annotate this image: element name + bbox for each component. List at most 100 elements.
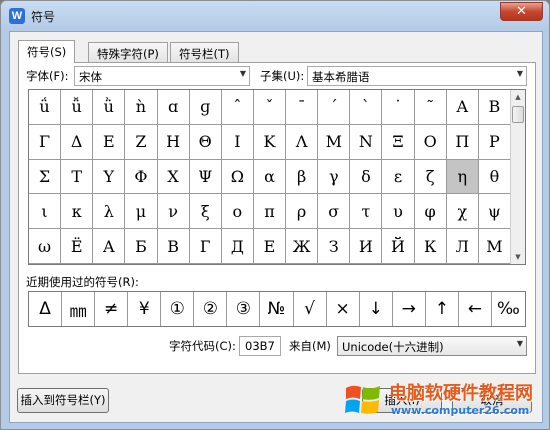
recent-symbol-cell[interactable]: ‰ — [492, 292, 525, 326]
symbol-cell[interactable]: Й — [382, 229, 415, 264]
symbol-cell[interactable]: Λ — [286, 124, 319, 160]
symbol-cell[interactable]: π — [253, 194, 287, 230]
symbol-cell[interactable]: θ — [478, 159, 511, 195]
symbol-cell[interactable]: Σ — [29, 159, 62, 195]
symbol-cell[interactable]: λ — [93, 194, 126, 230]
char-code-input[interactable]: 03B7 — [239, 336, 281, 356]
symbol-cell[interactable]: Ρ — [478, 124, 511, 160]
symbol-cell[interactable]: ρ — [286, 194, 319, 230]
symbol-cell[interactable]: Μ — [318, 124, 351, 160]
font-select[interactable]: 宋体 ▼ — [74, 66, 250, 86]
symbol-cell[interactable]: Φ — [125, 159, 158, 195]
symbol-cell[interactable]: Л — [446, 229, 479, 264]
scroll-up-icon[interactable]: ▲ — [511, 90, 525, 104]
recent-symbol-cell[interactable]: ㎜ — [62, 292, 96, 326]
symbol-cell[interactable]: З — [318, 229, 351, 264]
symbol-cell[interactable]: Α — [446, 90, 479, 125]
recent-symbol-cell[interactable]: ② — [194, 292, 228, 326]
symbol-cell[interactable]: ˇ — [253, 90, 287, 125]
recent-symbol-cell[interactable]: Δ — [29, 292, 63, 326]
symbol-cell[interactable]: ψ — [478, 194, 511, 230]
symbol-cell[interactable]: Ω — [221, 159, 254, 195]
symbol-cell[interactable]: ˙ — [382, 90, 415, 125]
symbol-cell[interactable]: ω — [29, 229, 62, 264]
recent-symbol-cell[interactable]: ← — [459, 292, 492, 326]
recent-symbol-cell[interactable]: ↓ — [360, 292, 393, 326]
symbol-cell[interactable]: Ε — [93, 124, 126, 160]
symbol-cell[interactable]: η — [446, 159, 479, 195]
symbol-cell[interactable]: В — [157, 229, 190, 264]
symbol-cell[interactable]: ˜ — [414, 90, 447, 125]
symbol-cell[interactable]: ˊ — [318, 90, 351, 125]
symbol-cell[interactable]: φ — [414, 194, 447, 230]
symbol-cell[interactable]: Κ — [253, 124, 287, 160]
symbol-cell[interactable]: К — [414, 229, 447, 264]
from-select[interactable]: Unicode(十六进制) ▼ — [337, 336, 527, 356]
symbol-cell[interactable]: Ο — [414, 124, 447, 160]
recent-symbol-cell[interactable]: ③ — [227, 292, 261, 326]
symbol-cell[interactable]: τ — [350, 194, 383, 230]
symbol-cell[interactable]: ǹ — [125, 90, 158, 125]
symbol-cell[interactable]: δ — [350, 159, 383, 195]
close-button[interactable]: ✕ — [500, 2, 543, 21]
recent-symbol-cell[interactable]: ¥ — [128, 292, 162, 326]
symbol-cell[interactable]: Ξ — [382, 124, 415, 160]
symbol-cell[interactable]: М — [478, 229, 511, 264]
symbol-cell[interactable]: ǚ — [61, 90, 94, 125]
recent-symbol-cell[interactable]: → — [393, 292, 426, 326]
recent-symbol-cell[interactable]: ≠ — [95, 292, 129, 326]
symbol-cell[interactable]: α — [253, 159, 287, 195]
symbol-cell[interactable]: ο — [221, 194, 254, 230]
symbol-cell[interactable]: Υ — [93, 159, 126, 195]
recent-symbol-cell[interactable]: ① — [161, 292, 195, 326]
symbol-cell[interactable]: ν — [157, 194, 190, 230]
symbol-cell[interactable]: Ζ — [125, 124, 158, 160]
symbol-cell[interactable]: ˆ — [221, 90, 254, 125]
symbol-cell[interactable]: β — [286, 159, 319, 195]
symbol-cell[interactable]: γ — [318, 159, 351, 195]
symbol-cell[interactable]: ɡ — [189, 90, 222, 125]
tab-special-chars[interactable]: 特殊字符(P) — [88, 42, 168, 62]
symbol-grid-scrollbar[interactable]: ▲ ▼ — [510, 90, 525, 264]
tab-symbols[interactable]: 符号(S) — [18, 40, 76, 63]
symbol-cell[interactable]: ι — [29, 194, 62, 230]
recent-symbol-cell[interactable]: × — [327, 292, 360, 326]
symbol-cell[interactable]: Β — [478, 90, 511, 125]
scroll-down-icon[interactable]: ▼ — [511, 250, 525, 264]
recent-symbol-cell[interactable]: № — [260, 292, 294, 326]
symbol-cell[interactable]: υ — [382, 194, 415, 230]
symbol-cell[interactable]: ˋ — [350, 90, 383, 125]
symbol-cell[interactable]: ɑ — [157, 90, 190, 125]
symbol-cell[interactable]: Е — [253, 229, 287, 264]
symbol-cell[interactable]: Б — [125, 229, 158, 264]
insert-to-symbol-bar-button[interactable]: 插入到符号栏(Y) — [17, 388, 109, 413]
symbol-cell[interactable]: И — [350, 229, 383, 264]
scroll-thumb[interactable] — [512, 106, 524, 123]
symbol-cell[interactable]: ξ — [189, 194, 222, 230]
symbol-cell[interactable]: А — [93, 229, 126, 264]
symbol-cell[interactable]: Ё — [61, 229, 94, 264]
symbol-cell[interactable]: ˉ — [286, 90, 319, 125]
tab-symbol-bar[interactable]: 符号栏(T) — [170, 42, 239, 62]
symbol-cell[interactable]: Π — [446, 124, 479, 160]
symbol-cell[interactable]: Γ — [29, 124, 62, 160]
symbol-cell[interactable]: Ι — [221, 124, 254, 160]
symbol-cell[interactable]: κ — [61, 194, 94, 230]
symbol-cell[interactable]: Г — [189, 229, 222, 264]
symbol-cell[interactable]: Θ — [189, 124, 222, 160]
symbol-cell[interactable]: Δ — [61, 124, 94, 160]
recent-symbol-cell[interactable]: ↑ — [426, 292, 459, 326]
symbol-cell[interactable]: ǜ — [93, 90, 126, 125]
symbol-cell[interactable]: Η — [157, 124, 190, 160]
symbol-cell[interactable]: Ж — [286, 229, 319, 264]
symbol-cell[interactable]: Ψ — [189, 159, 222, 195]
symbol-cell[interactable]: Χ — [157, 159, 190, 195]
symbol-cell[interactable]: μ — [125, 194, 158, 230]
subset-select[interactable]: 基本希腊语 ▼ — [307, 66, 527, 86]
symbol-cell[interactable]: ǘ — [29, 90, 62, 125]
recent-symbol-cell[interactable]: √ — [294, 292, 327, 326]
symbol-cell[interactable]: ε — [382, 159, 415, 195]
symbol-cell[interactable]: Ν — [350, 124, 383, 160]
symbol-cell[interactable]: Τ — [61, 159, 94, 195]
symbol-cell[interactable]: χ — [446, 194, 479, 230]
